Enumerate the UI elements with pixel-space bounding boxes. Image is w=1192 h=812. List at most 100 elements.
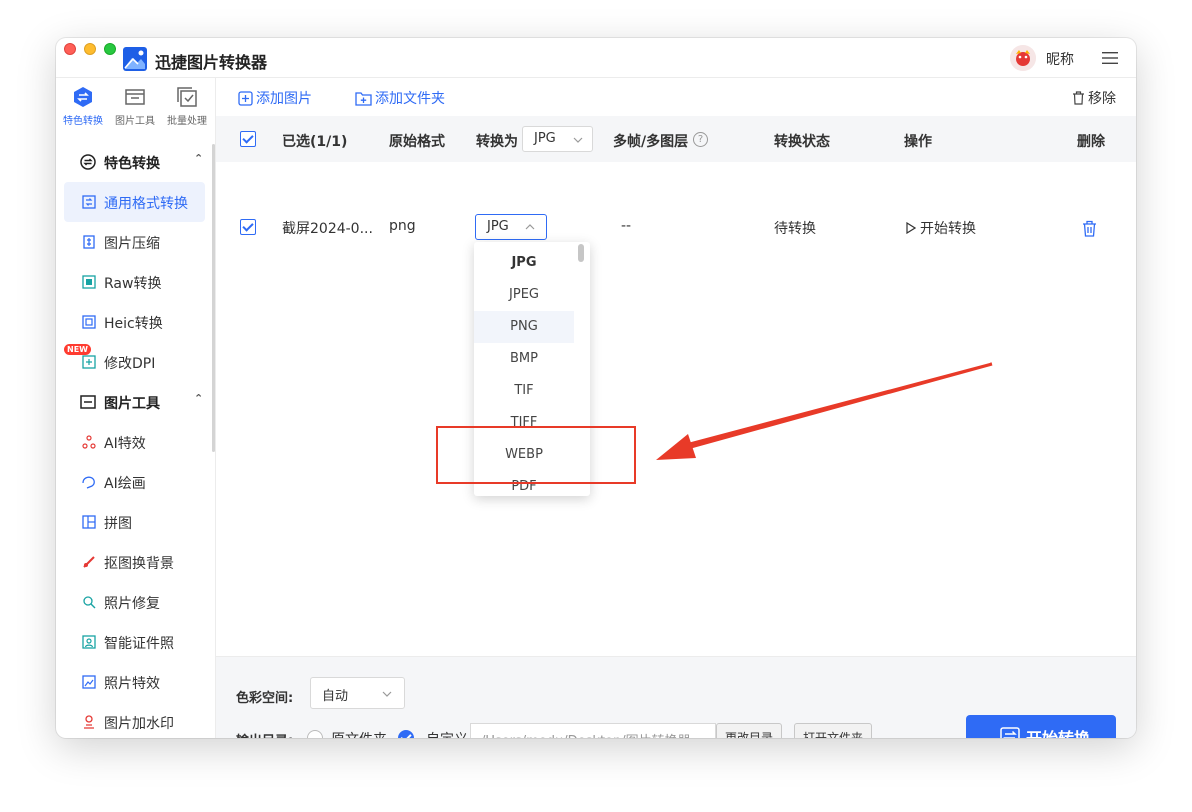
close-window-button[interactable] xyxy=(64,43,76,55)
sidebar-scrollbar[interactable] xyxy=(212,144,215,452)
category-tab-image-tools[interactable]: 图片工具 xyxy=(110,86,160,127)
sidebar-item-cutout[interactable]: 抠图换背景 xyxy=(64,542,205,582)
radio-custom-label[interactable]: 自定义 xyxy=(426,729,468,738)
remove-button[interactable]: 移除 xyxy=(1072,88,1116,108)
row-start-convert-button[interactable]: 开始转换 xyxy=(906,218,976,238)
radio-custom-folder[interactable] xyxy=(398,730,414,738)
header-original-format: 原始格式 xyxy=(389,134,445,150)
heic-icon xyxy=(82,315,96,329)
sidebar-item-id-photo[interactable]: 智能证件照 xyxy=(64,622,205,662)
zoom-window-button[interactable] xyxy=(104,43,116,55)
format-option-bmp[interactable]: BMP xyxy=(474,343,574,375)
header-status: 转换状态 xyxy=(774,134,830,150)
play-icon xyxy=(906,221,917,235)
start-convert-label: 开始转换 xyxy=(1026,725,1090,738)
row-action-label: 开始转换 xyxy=(920,221,976,237)
sidebar-item-label: 通用格式转换 xyxy=(104,196,188,212)
category-tab-label: 图片工具 xyxy=(115,116,155,127)
nickname-label[interactable]: 昵称 xyxy=(1046,49,1074,69)
sidebar-item-label: AI绘画 xyxy=(104,476,146,492)
compress-icon xyxy=(83,235,95,249)
row-delete-icon[interactable] xyxy=(1082,220,1097,237)
raw-icon xyxy=(82,275,96,289)
sidebar-item-label: AI特效 xyxy=(104,436,146,452)
sidebar-item-label: 照片修复 xyxy=(104,596,160,612)
annotation-arrow-icon xyxy=(656,362,993,460)
trash-icon xyxy=(1073,91,1084,105)
convert-section-icon xyxy=(80,154,96,170)
sidebar-item-photo-effects[interactable]: 照片特效 xyxy=(64,662,205,702)
format-option-tif[interactable]: TIF xyxy=(474,375,574,407)
chevron-up-icon: ⌃ xyxy=(194,392,204,405)
sidebar-item-format-convert[interactable]: 通用格式转换 xyxy=(64,182,205,222)
sidebar-item-ai-painting[interactable]: AI绘画 xyxy=(64,462,205,502)
sidebar-item-label: Heic转换 xyxy=(104,316,163,332)
sidebar-item-label: 图片压缩 xyxy=(104,236,160,252)
add-image-icon xyxy=(238,91,253,106)
title-bar: 迅捷图片转换器 昵称 xyxy=(56,38,1136,78)
batch-icon xyxy=(177,87,197,107)
add-image-label: 添加图片 xyxy=(256,91,312,107)
row-format-select[interactable]: JPG xyxy=(475,214,547,240)
format-option-jpeg[interactable]: JPEG xyxy=(474,279,574,311)
app-title: 迅捷图片转换器 xyxy=(155,53,268,72)
sidebar-item-ai-effects[interactable]: AI特效 xyxy=(64,422,205,462)
sidebar-item-watermark[interactable]: 图片加水印 xyxy=(64,702,205,738)
highlight-rectangle xyxy=(436,426,636,484)
cutout-icon xyxy=(83,556,95,568)
ai-effects-icon xyxy=(82,435,96,449)
category-tab-batch[interactable]: 批量处理 xyxy=(162,86,212,127)
sidebar-item-photo-repair[interactable]: 照片修复 xyxy=(64,582,205,622)
minimize-window-button[interactable] xyxy=(84,43,96,55)
hamburger-menu-icon[interactable] xyxy=(1102,51,1118,65)
bottom-panel: 色彩空间: 自动 输出目录: 原文件夹 自定义 /Users/modu/Desk… xyxy=(216,656,1136,738)
image-tools-icon xyxy=(125,89,145,105)
convert-icon xyxy=(74,87,92,107)
chevron-down-icon xyxy=(382,691,392,697)
sidebar-item-heic[interactable]: Heic转换 xyxy=(64,302,205,342)
category-switcher: 特色转换 图片工具 批量处理 xyxy=(56,78,216,138)
chevron-down-icon xyxy=(573,137,583,143)
sidebar-item-label: 智能证件照 xyxy=(104,636,174,652)
dropdown-scrollbar[interactable] xyxy=(578,244,584,262)
sidebar-item-dpi[interactable]: NEW 修改DPI xyxy=(64,342,205,382)
sidebar-item-label: 图片加水印 xyxy=(104,716,174,732)
select-all-checkbox[interactable] xyxy=(240,131,256,147)
add-image-button[interactable]: 添加图片 xyxy=(238,88,312,108)
help-icon[interactable]: ? xyxy=(693,132,708,147)
row-original-format: png xyxy=(389,218,416,234)
format-option-jpg[interactable]: JPG xyxy=(474,247,574,279)
dpi-icon xyxy=(82,355,96,369)
color-space-select[interactable]: 自动 xyxy=(310,677,405,709)
chevron-up-icon xyxy=(525,224,535,230)
sidebar-item-raw[interactable]: Raw转换 xyxy=(64,262,205,302)
table-header: 已选(1/1) 原始格式 转换为 JPG 多帧/多图层 ? 转换状态 操作 删除 xyxy=(216,116,1136,162)
radio-original-folder[interactable] xyxy=(307,730,323,738)
change-dir-button[interactable]: 更改目录 xyxy=(716,723,782,738)
output-path-field[interactable]: /Users/modu/Desktop/图片转换器 xyxy=(470,723,716,738)
sidebar-item-label: 拼图 xyxy=(104,516,132,532)
global-format-select[interactable]: JPG xyxy=(522,126,593,152)
add-folder-button[interactable]: 添加文件夹 xyxy=(355,88,445,108)
radio-original-label[interactable]: 原文件夹 xyxy=(331,729,387,738)
sidebar-item-compress[interactable]: 图片压缩 xyxy=(64,222,205,262)
format-option-png[interactable]: PNG xyxy=(474,311,574,343)
remove-label: 移除 xyxy=(1088,91,1116,107)
row-frames: -- xyxy=(621,218,632,234)
row-checkbox[interactable] xyxy=(240,219,256,235)
header-multi-frame: 多帧/多图层 xyxy=(613,134,689,150)
sidebar-item-label: 修改DPI xyxy=(104,356,156,372)
row-status: 待转换 xyxy=(774,221,816,237)
id-photo-icon xyxy=(82,635,96,649)
row-format-value: JPG xyxy=(487,219,509,234)
open-folder-button[interactable]: 打开文件夹 xyxy=(794,723,872,738)
category-tab-special-convert[interactable]: 特色转换 xyxy=(58,86,108,127)
avatar[interactable] xyxy=(1010,45,1036,71)
color-space-value: 自动 xyxy=(322,689,349,704)
sidebar-item-collage[interactable]: 拼图 xyxy=(64,502,205,542)
start-convert-button[interactable]: 开始转换 xyxy=(966,715,1116,738)
sidebar-item-label: 照片特效 xyxy=(104,676,160,692)
section-label: 特色转换 xyxy=(104,156,160,172)
chevron-up-icon: ⌃ xyxy=(194,152,204,165)
watermark-icon xyxy=(84,715,94,729)
